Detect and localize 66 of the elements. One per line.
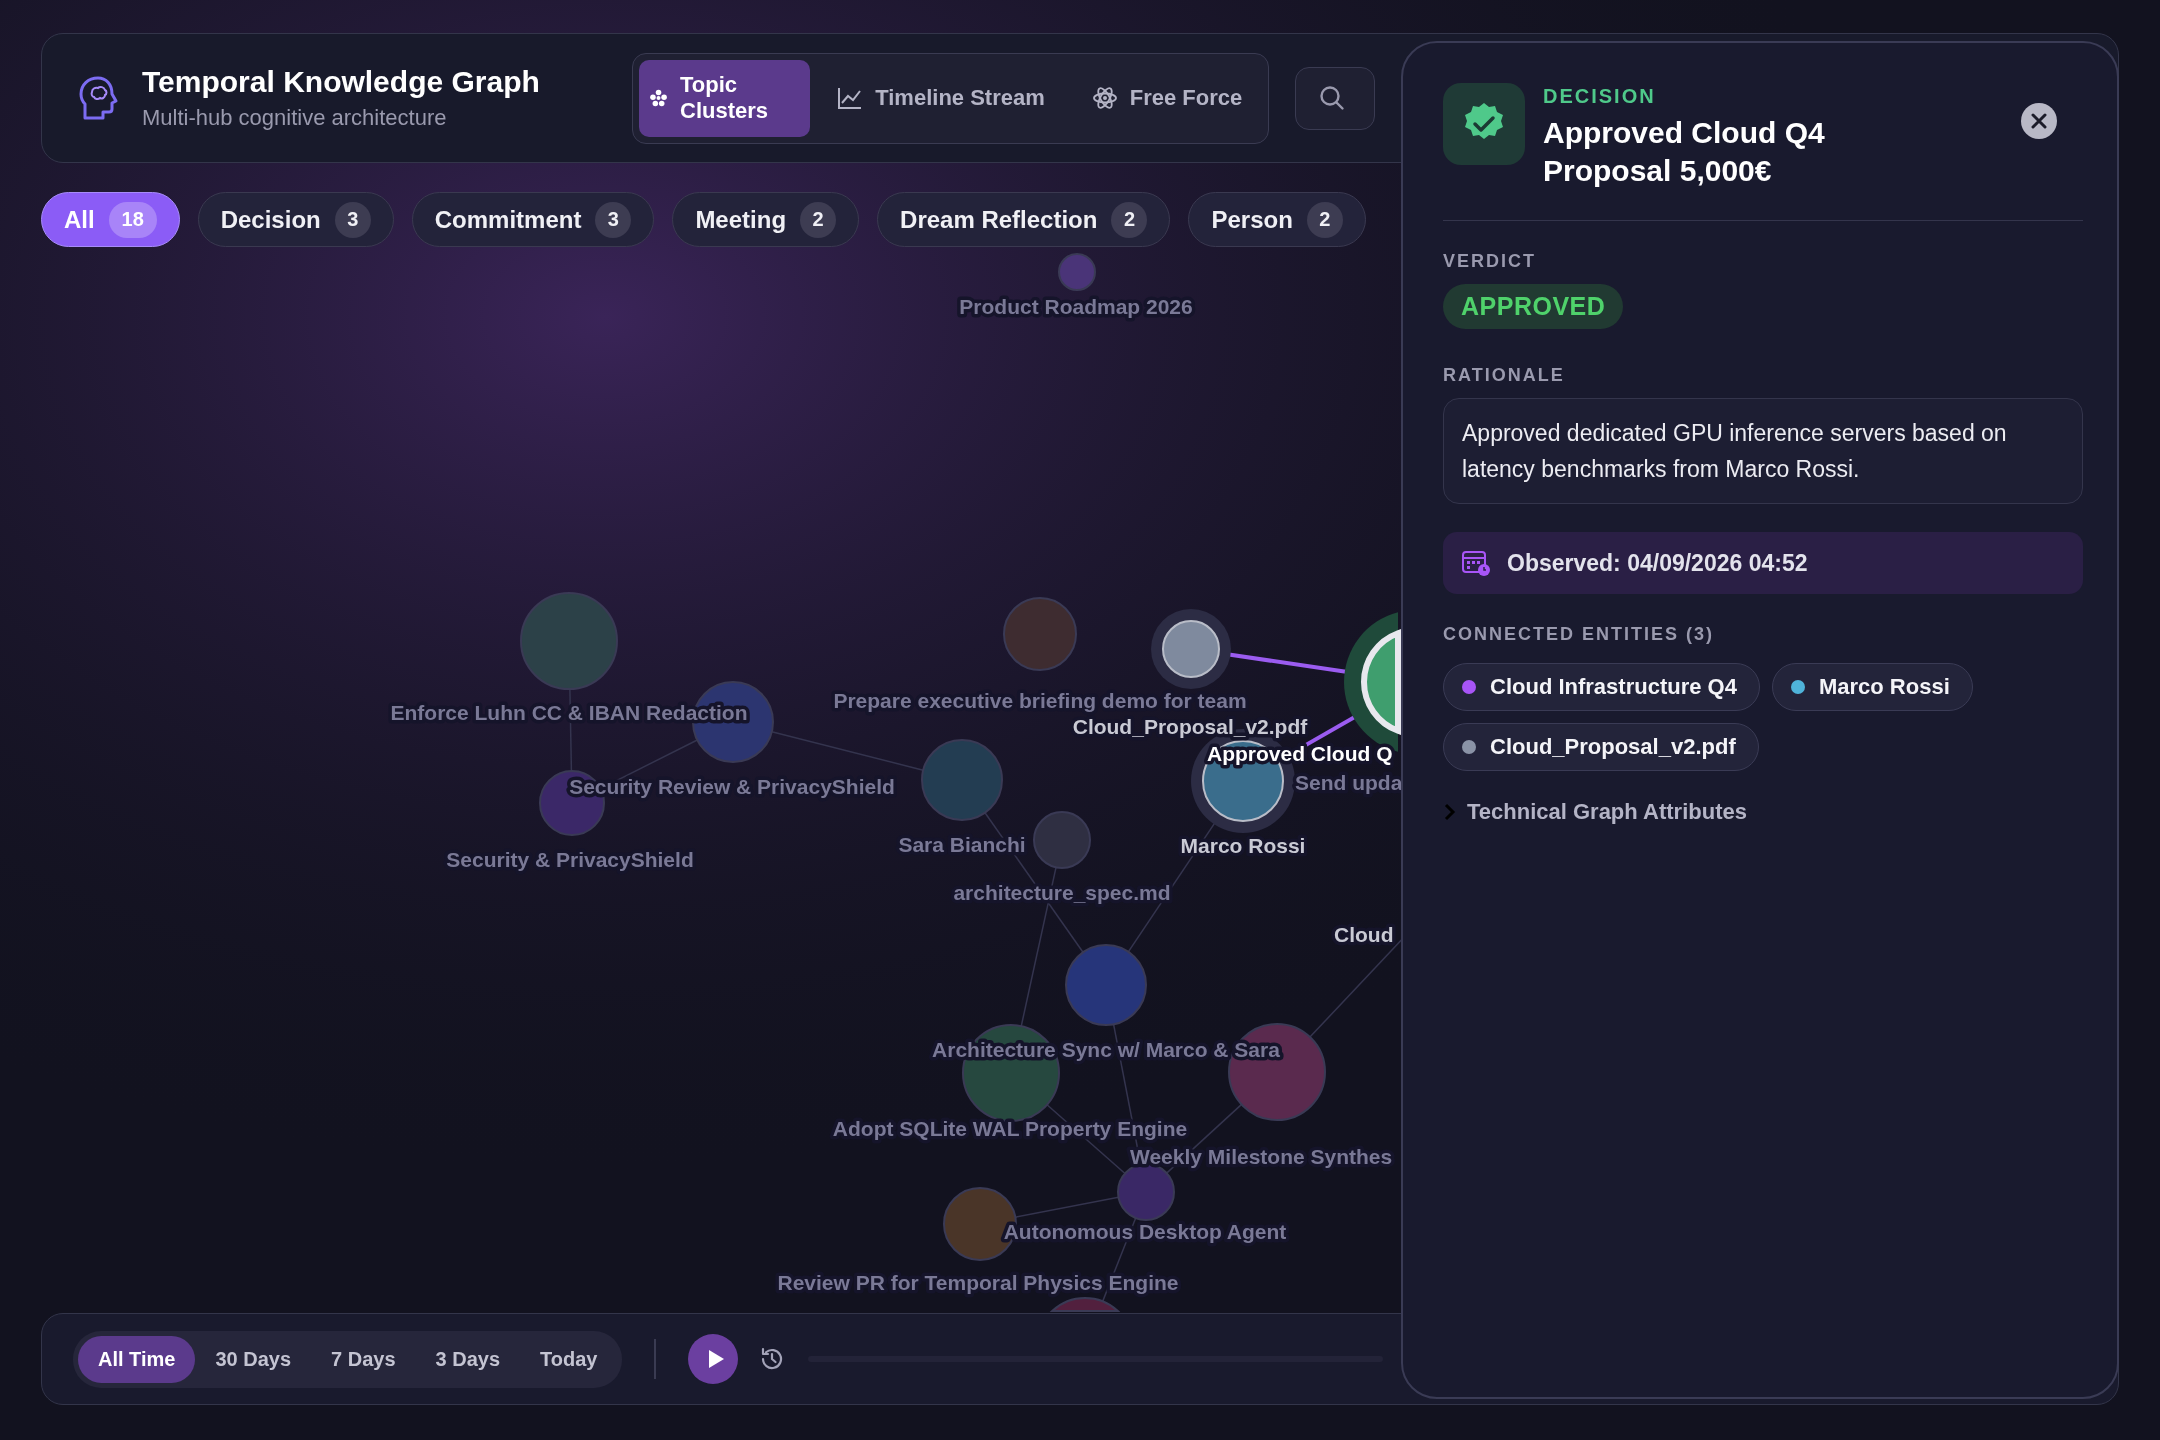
time-range-tab[interactable]: Today [520,1335,618,1383]
count-badge: 18 [108,201,157,238]
close-icon [2029,111,2049,131]
graph-node[interactable] [1003,597,1077,671]
section-label: VERDICT [1443,251,1536,272]
filter-chip[interactable]: Person 2 [1188,192,1366,247]
node-label: Cloud [1334,922,1394,946]
entity-chip[interactable]: Cloud_Proposal_v2.pdf [1443,723,1759,771]
entity-title: Approved Cloud Q4 Proposal 5,000€ [1543,115,1826,189]
graph-node[interactable] [1058,253,1096,291]
play-button[interactable] [688,1334,739,1384]
count-badge: 2 [800,201,837,238]
node-label: Marco Rossi [1180,833,1306,857]
view-mode-tab[interactable]: Topic Clusters [639,59,810,137]
entity-chip[interactable]: Marco Rossi [1771,663,1973,711]
node-label: Product Roadmap 2026 [959,294,1193,318]
node-label: Security & PrivacyShield [446,847,694,871]
node-label: Architecture Sync w/ Marco & Sara [932,1037,1280,1061]
node-label: Autonomous Desktop Agent [1003,1219,1287,1243]
app-subtitle: Multi-hub cognitive architecture [142,105,448,131]
search-field[interactable] [1295,66,1375,130]
observed-time: Observed: 04/09/2026 04:52 [1507,549,1808,577]
graph-node[interactable] [1151,609,1231,689]
filter-chip[interactable]: All 18 [41,192,180,247]
graph-node[interactable] [520,592,618,690]
atom-icon [1091,85,1118,111]
search-icon [1318,84,1346,112]
node-label: Prepare executive briefing demo for team [833,688,1247,712]
filter-chip[interactable]: Decision 3 [197,192,394,247]
count-badge: 2 [1306,201,1343,238]
time-range-tab[interactable]: All Time [78,1335,196,1383]
collapsible-header[interactable]: Technical Graph Attributes [1443,799,1747,825]
section-label: CONNECTED ENTITIES (3) [1443,624,1714,645]
node-label: Weekly Milestone Synthes [1130,1144,1393,1168]
filter-chip[interactable]: Meeting 2 [672,192,860,247]
count-badge: 3 [334,201,371,238]
time-range-tab[interactable]: 30 Days [195,1335,312,1383]
node-label: Cloud_Proposal_v2.pdf [1072,714,1308,738]
verdict-badge: APPROVED [1443,284,1624,329]
view-mode-tab[interactable]: Free Force [1072,59,1262,137]
graph-node[interactable] [1051,1297,1119,1312]
graph-node[interactable] [1033,811,1091,869]
count-badge: 2 [1111,201,1148,238]
close-button[interactable] [2021,103,2057,139]
app-title: Temporal Knowledge Graph [142,65,541,99]
node-label: Adopt SQLite WAL Property Engine [832,1116,1188,1140]
node-label: Send upda [1295,770,1403,794]
graph-node[interactable] [1065,944,1147,1026]
time-range-tab[interactable]: 7 Days [311,1335,416,1383]
calendar-clock-icon [1461,549,1491,577]
view-mode-tab[interactable]: Timeline Stream [816,59,1066,137]
node-label: Review PR for Temporal Physics Engine [777,1270,1179,1294]
line-chart-icon [837,86,864,110]
entity-chip[interactable]: Cloud Infrastructure Q4 [1443,663,1760,711]
time-range-tab[interactable]: 3 Days [415,1335,521,1383]
filter-chip[interactable]: Dream Reflection 2 [877,192,1171,247]
node-label: architecture_spec.md [953,880,1171,904]
rationale-text: Approved dedicated GPU inference servers based on latency benchmarks from Marco Rossi. [1443,398,2083,504]
filter-chip[interactable]: Commitment 3 [411,192,655,247]
graph-node[interactable] [921,739,1003,821]
count-badge: 3 [595,201,632,238]
section-label: RATIONALE [1443,365,1565,386]
chevron-icon [1443,803,1457,821]
node-label: Sara Bianchi [898,832,1026,856]
graph-node[interactable] [1228,1023,1326,1121]
entity-type: DECISION [1543,85,1657,108]
